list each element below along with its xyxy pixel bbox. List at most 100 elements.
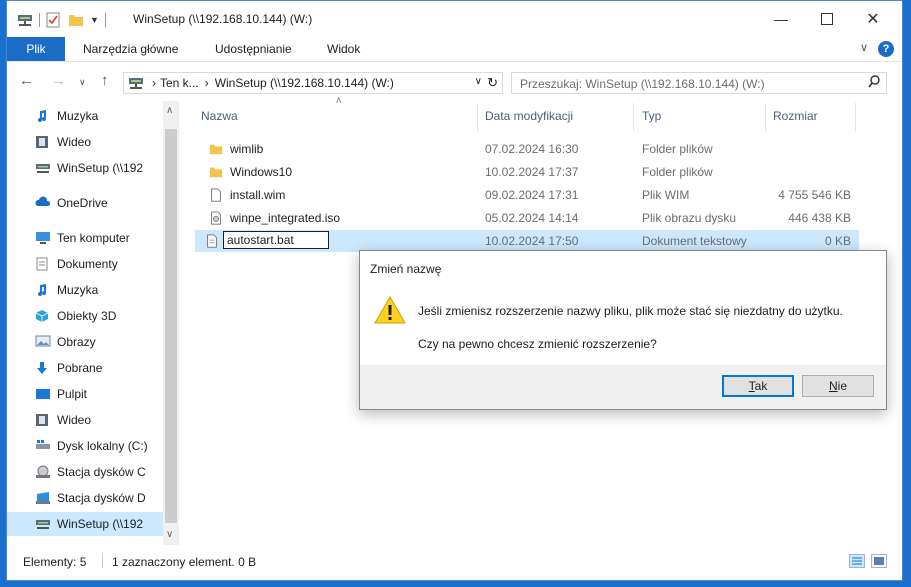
maximize-icon [821,13,833,25]
nav-scrollbar[interactable]: ∧ ∨ [163,101,179,545]
nav-item-video[interactable]: Wideo [7,130,179,154]
nav-item-disc-drive-c[interactable]: Stacja dysków C [7,460,179,484]
address-dropdown-icon[interactable]: ∨ [475,76,482,87]
nav-item-documents[interactable]: Dokumenty [7,252,179,276]
disc-image-icon [211,211,221,225]
title-bar: ▼ WinSetup (\\192.168.10.144) (W:) — ✕ [7,1,902,37]
nav-item-label: Ten komputer [57,231,130,245]
column-size[interactable]: Rozmiar [773,109,818,123]
breadcrumb-this-pc[interactable]: Ten k... [160,76,199,90]
scroll-down-chevron-icon[interactable]: ∨ [166,529,173,540]
search-input[interactable]: Przeszukaj: WinSetup (\\192.168.10.144) … [511,72,887,94]
status-separator [102,554,103,568]
nav-item-pictures[interactable]: Obrazy [7,330,179,354]
expand-ribbon-chevron-icon[interactable]: ∨ [860,41,868,54]
download-icon [35,361,51,375]
breadcrumb-winsetup[interactable]: WinSetup (\\192.168.10.144) (W:) [215,76,394,90]
search-placeholder: Przeszukaj: WinSetup (\\192.168.10.144) … [520,77,765,91]
address-bar[interactable]: › Ten k... › WinSetup (\\192.168.10.144)… [123,72,503,94]
minimize-button[interactable]: — [758,1,804,37]
close-button[interactable]: ✕ [850,1,896,37]
nav-item-3d-objects[interactable]: Obiekty 3D [7,304,179,328]
network-drive-icon [18,15,32,26]
details-view-icon [852,557,862,565]
cloud-icon [35,196,51,210]
video-icon [35,413,51,427]
table-row-selected[interactable]: autostart.bat 10.02.2024 17:50 Dokument … [195,230,859,252]
table-row[interactable]: Windows10 10.02.2024 17:37 Folder plików [195,161,859,183]
file-date: 05.02.2024 14:14 [485,211,579,225]
column-divider[interactable] [765,103,766,131]
address-row: ← → ∨ ↑ › Ten k... › WinSetup (\\192.168… [7,69,902,95]
dialog-title: Zmień nazwę [370,262,442,276]
documents-icon [35,257,51,271]
help-icon[interactable]: ? [878,41,894,57]
large-icons-view-icon [874,557,884,565]
disc-drive-icon [35,491,51,505]
nav-item-winsetup[interactable]: WinSetup (\\192 [7,156,179,180]
nav-item-music[interactable]: Muzyka [7,278,179,302]
nav-item-label: WinSetup (\\192 [57,517,144,531]
table-row[interactable]: install.wim 09.02.2024 17:31 Plik WIM 4 … [195,184,859,206]
music-icon [35,109,51,123]
close-icon: ✕ [866,11,880,28]
nav-item-onedrive[interactable]: OneDrive [7,191,179,215]
back-arrow-icon[interactable]: ← [19,72,34,89]
desktop-icon [35,387,51,401]
customize-toolbar-chevron-icon[interactable]: ▼ [90,15,99,25]
refresh-icon[interactable]: ↻ [487,75,498,91]
table-row[interactable]: winpe_integrated.iso 05.02.2024 14:14 Pl… [195,207,859,229]
column-name[interactable]: Nazwa [201,109,238,123]
nav-item-winsetup-selected[interactable]: WinSetup (\\192 [7,512,179,536]
details-view-button[interactable] [849,554,865,568]
nav-item-label: Obiekty 3D [57,309,117,323]
tab-share[interactable]: Udostępnianie [215,37,292,61]
search-icon [868,75,880,92]
file-name: winpe_integrated.iso [230,211,341,225]
column-date-modified[interactable]: Data modyfikacji [485,109,573,123]
nav-item-video[interactable]: Wideo [7,408,179,432]
nav-item-downloads[interactable]: Pobrane [7,356,179,380]
up-arrow-icon[interactable]: ↑ [101,72,109,89]
breadcrumb-separator-icon: › [204,76,209,90]
scroll-up-chevron-icon[interactable]: ∧ [166,105,173,116]
file-name: Windows10 [230,165,293,179]
maximize-button[interactable] [804,1,850,37]
file-icon [211,188,221,202]
forward-arrow-icon[interactable]: → [51,72,66,89]
yes-button[interactable]: Tak [722,375,794,397]
nav-item-label: Pobrane [57,361,103,375]
nav-item-label: Muzyka [57,109,99,123]
tab-view[interactable]: Widok [327,37,360,61]
no-button[interactable]: Nie [802,375,874,397]
column-type[interactable]: Typ [642,109,661,123]
properties-icon[interactable] [46,12,60,28]
tab-home[interactable]: Narzędzia główne [83,37,178,61]
scrollbar-thumb[interactable] [165,129,177,523]
recent-locations-chevron-icon[interactable]: ∨ [79,77,86,88]
computer-icon [35,231,51,245]
column-divider[interactable] [633,103,634,131]
network-drive-icon [35,161,51,175]
local-disk-icon [35,439,51,453]
nav-item-label: Pulpit [57,387,88,401]
no-button-mnemonic: N [828,379,838,393]
nav-item-disc-drive-d[interactable]: Stacja dysków D [7,486,179,510]
file-date: 09.02.2024 17:31 [485,188,579,202]
column-divider[interactable] [855,103,856,131]
nav-item-music[interactable]: Muzyka [7,104,179,128]
rename-input[interactable]: autostart.bat [223,231,329,249]
folder-icon [209,144,223,155]
explorer-window: ▼ WinSetup (\\192.168.10.144) (W:) — ✕ P… [6,0,903,581]
folder-icon [209,167,223,178]
nav-item-desktop[interactable]: Pulpit [7,382,179,406]
tab-file[interactable]: Plik [7,37,65,61]
new-folder-icon[interactable] [68,13,84,27]
warning-icon [374,295,406,324]
item-count: Elementy: 5 [23,555,87,569]
large-icons-view-button[interactable] [871,554,887,568]
nav-item-local-disk[interactable]: Dysk lokalny (C:) [7,434,179,458]
column-divider[interactable] [477,103,478,131]
nav-item-this-pc[interactable]: Ten komputer [7,226,179,250]
table-row[interactable]: wimlib 07.02.2024 16:30 Folder plików [195,138,859,160]
